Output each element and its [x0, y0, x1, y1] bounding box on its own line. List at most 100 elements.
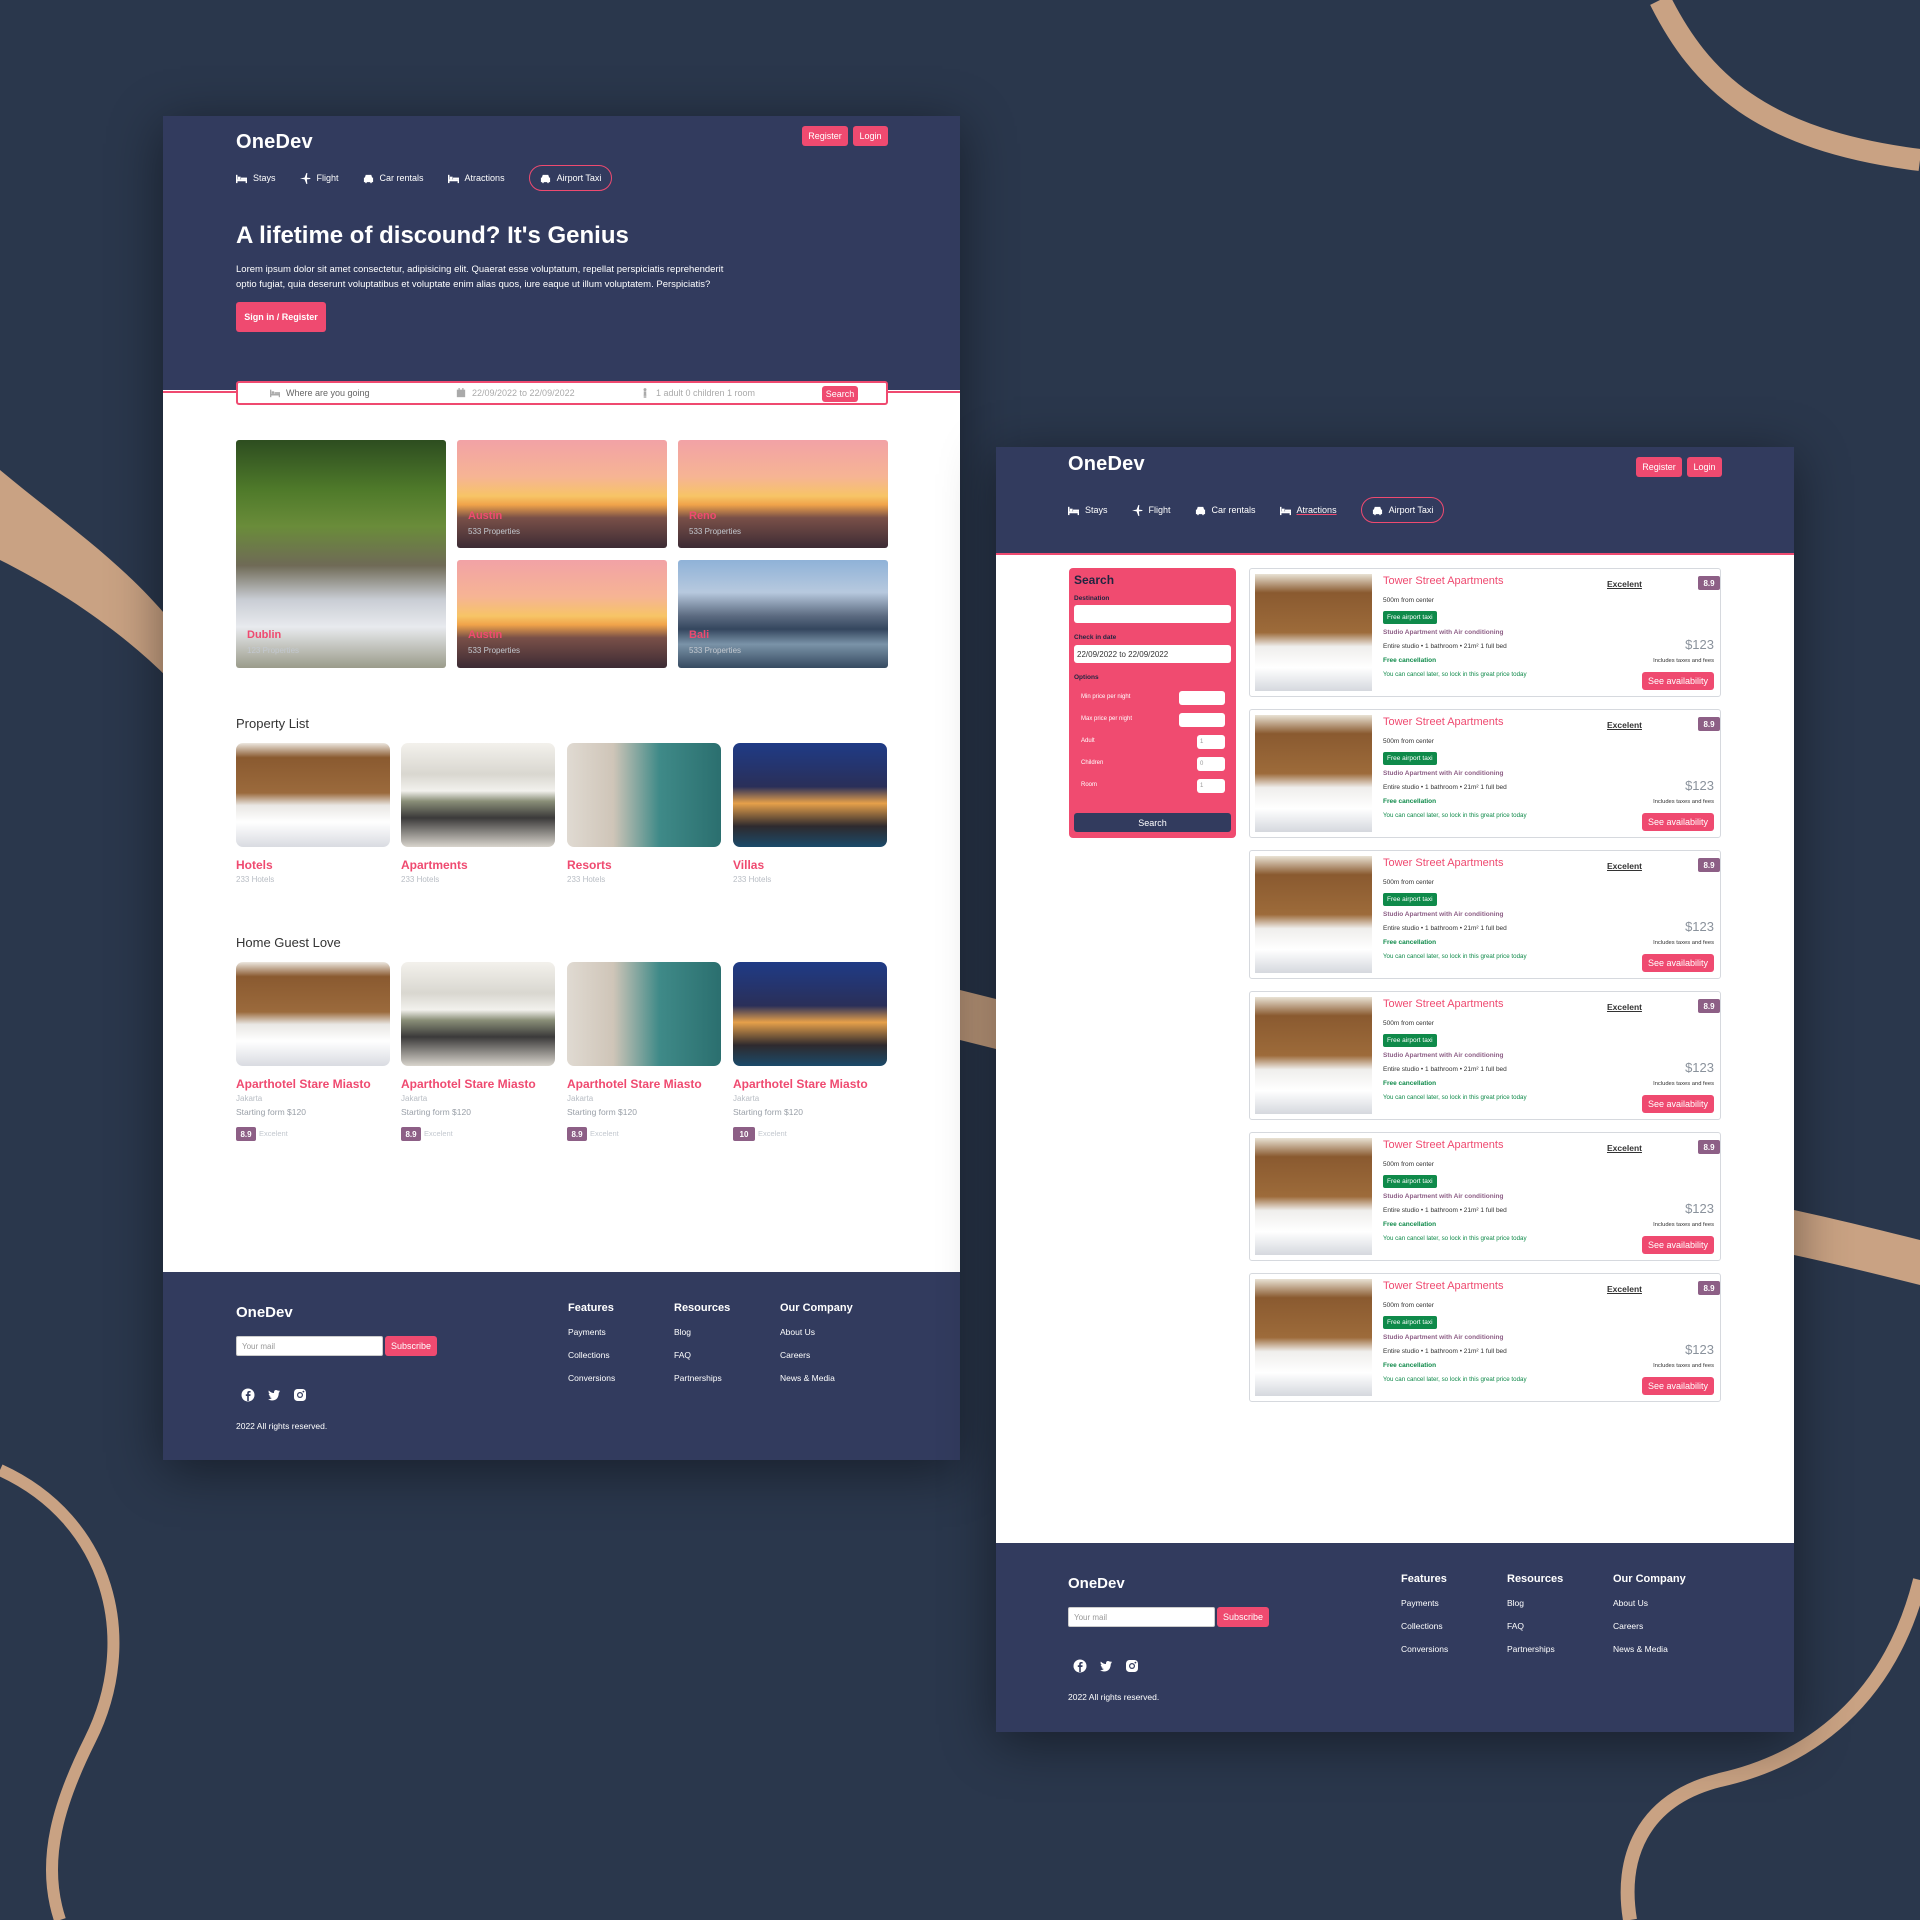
- nav-atractions[interactable]: Atractions: [1279, 497, 1337, 523]
- result-card[interactable]: Tower Street Apartments 500m from center…: [1249, 1273, 1721, 1402]
- property-title[interactable]: Villas: [733, 858, 764, 872]
- guest-card-image[interactable]: [567, 962, 721, 1066]
- property-title[interactable]: Resorts: [567, 858, 612, 872]
- footer-link-partnerships[interactable]: Partnerships: [1507, 1644, 1555, 1654]
- guest-card-title[interactable]: Aparthotel Stare Miasto: [236, 1077, 371, 1091]
- brand-logo[interactable]: OneDev: [1068, 448, 1145, 480]
- login-button[interactable]: Login: [853, 126, 888, 146]
- footer-link-payments[interactable]: Payments: [1401, 1598, 1439, 1608]
- guest-card-title[interactable]: Aparthotel Stare Miasto: [567, 1077, 702, 1091]
- result-title[interactable]: Tower Street Apartments: [1383, 1139, 1503, 1151]
- footer-link-about[interactable]: About Us: [780, 1327, 815, 1337]
- footer-link-faq[interactable]: FAQ: [674, 1350, 691, 1360]
- guest-card-image[interactable]: [733, 962, 887, 1066]
- property-card-image[interactable]: [401, 743, 555, 847]
- footer-link-payments[interactable]: Payments: [568, 1327, 606, 1337]
- nav-car-rentals[interactable]: Car rentals: [1195, 497, 1256, 523]
- nav-flight[interactable]: Flight: [299, 165, 339, 191]
- nav-stays[interactable]: Stays: [1068, 497, 1108, 523]
- result-card[interactable]: Tower Street Apartments 500m from center…: [1249, 1132, 1721, 1261]
- subscribe-button[interactable]: Subscribe: [1217, 1607, 1269, 1627]
- footer-link-careers[interactable]: Careers: [780, 1350, 810, 1360]
- brand-logo[interactable]: OneDev: [236, 126, 313, 158]
- result-card[interactable]: Tower Street Apartments 500m from center…: [1249, 850, 1721, 979]
- instagram-icon[interactable]: [293, 1388, 307, 1402]
- guest-card-title[interactable]: Aparthotel Stare Miasto: [733, 1077, 868, 1091]
- nav-atractions[interactable]: Atractions: [447, 165, 505, 191]
- nav-airport-taxi[interactable]: Airport Taxi: [1360, 497, 1445, 523]
- nav-stays[interactable]: Stays: [236, 165, 276, 191]
- twitter-icon[interactable]: [1099, 1659, 1113, 1673]
- room-input[interactable]: 1: [1197, 779, 1225, 793]
- property-card-image[interactable]: [733, 743, 887, 847]
- result-taxi-badge: Free airport taxi: [1383, 752, 1437, 765]
- result-card[interactable]: Tower Street Apartments 500m from center…: [1249, 991, 1721, 1120]
- footer-link-conversions[interactable]: Conversions: [1401, 1644, 1448, 1654]
- result-title[interactable]: Tower Street Apartments: [1383, 575, 1503, 587]
- children-input[interactable]: 0: [1197, 757, 1225, 771]
- footer-link-news[interactable]: News & Media: [1613, 1644, 1668, 1654]
- result-image[interactable]: [1255, 574, 1372, 691]
- result-image[interactable]: [1255, 715, 1372, 832]
- guests-field[interactable]: 1 adult 0 children 1 room: [640, 388, 755, 398]
- result-title[interactable]: Tower Street Apartments: [1383, 1280, 1503, 1292]
- instagram-icon[interactable]: [1125, 1659, 1139, 1673]
- date-field[interactable]: 22/09/2022 to 22/09/2022: [456, 388, 575, 398]
- nav-airport-taxi[interactable]: Airport Taxi: [528, 165, 613, 191]
- footer-link-conversions[interactable]: Conversions: [568, 1373, 615, 1383]
- result-title[interactable]: Tower Street Apartments: [1383, 857, 1503, 869]
- subscribe-button[interactable]: Subscribe: [385, 1336, 437, 1356]
- sign-in-register-button[interactable]: Sign in / Register: [236, 302, 326, 332]
- destination-input[interactable]: [1074, 605, 1231, 623]
- max-price-input[interactable]: [1179, 713, 1225, 727]
- footer-link-news[interactable]: News & Media: [780, 1373, 835, 1383]
- footer-link-about[interactable]: About Us: [1613, 1598, 1648, 1608]
- see-availability-button[interactable]: See availability: [1642, 1095, 1714, 1113]
- property-title[interactable]: Apartments: [401, 858, 468, 872]
- register-button[interactable]: Register: [1636, 457, 1682, 477]
- see-availability-button[interactable]: See availability: [1642, 813, 1714, 831]
- search-button[interactable]: Search: [822, 386, 858, 402]
- footer-link-careers[interactable]: Careers: [1613, 1621, 1643, 1631]
- result-image[interactable]: [1255, 856, 1372, 973]
- see-availability-button[interactable]: See availability: [1642, 954, 1714, 972]
- property-card-image[interactable]: [567, 743, 721, 847]
- guest-card-image[interactable]: [236, 962, 390, 1066]
- twitter-icon[interactable]: [267, 1388, 281, 1402]
- property-card-image[interactable]: [236, 743, 390, 847]
- footer-link-faq[interactable]: FAQ: [1507, 1621, 1524, 1631]
- result-card[interactable]: Tower Street Apartments 500m from center…: [1249, 709, 1721, 838]
- result-title[interactable]: Tower Street Apartments: [1383, 716, 1503, 728]
- result-image[interactable]: [1255, 997, 1372, 1114]
- taxi-icon: [540, 174, 550, 183]
- newsletter-email-input[interactable]: Your mail: [1068, 1607, 1215, 1627]
- adult-input[interactable]: 1: [1197, 735, 1225, 749]
- footer-link-blog[interactable]: Blog: [674, 1327, 691, 1337]
- footer-link-collections[interactable]: Collections: [1401, 1621, 1443, 1631]
- footer-link-blog[interactable]: Blog: [1507, 1598, 1524, 1608]
- register-button[interactable]: Register: [802, 126, 848, 146]
- destination-field[interactable]: Where are you going: [270, 388, 370, 398]
- footer-link-collections[interactable]: Collections: [568, 1350, 610, 1360]
- result-image[interactable]: [1255, 1138, 1372, 1255]
- facebook-icon[interactable]: [241, 1388, 255, 1402]
- min-price-input[interactable]: [1179, 691, 1225, 705]
- footer-link-partnerships[interactable]: Partnerships: [674, 1373, 722, 1383]
- guest-card-title[interactable]: Aparthotel Stare Miasto: [401, 1077, 536, 1091]
- see-availability-button[interactable]: See availability: [1642, 1236, 1714, 1254]
- nav-flight[interactable]: Flight: [1131, 497, 1171, 523]
- result-card[interactable]: Tower Street Apartments 500m from center…: [1249, 568, 1721, 697]
- sidebar-search-button[interactable]: Search: [1074, 813, 1231, 832]
- result-image[interactable]: [1255, 1279, 1372, 1396]
- property-title[interactable]: Hotels: [236, 858, 273, 872]
- guest-card-image[interactable]: [401, 962, 555, 1066]
- newsletter-email-input[interactable]: Your mail: [236, 1336, 383, 1356]
- facebook-icon[interactable]: [1073, 1659, 1087, 1673]
- checkin-label: Check in date: [1074, 634, 1117, 641]
- see-availability-button[interactable]: See availability: [1642, 1377, 1714, 1395]
- see-availability-button[interactable]: See availability: [1642, 672, 1714, 690]
- result-title[interactable]: Tower Street Apartments: [1383, 998, 1503, 1010]
- nav-car-rentals[interactable]: Car rentals: [363, 165, 424, 191]
- login-button[interactable]: Login: [1687, 457, 1722, 477]
- checkin-input[interactable]: 22/09/2022 to 22/09/2022: [1074, 645, 1231, 663]
